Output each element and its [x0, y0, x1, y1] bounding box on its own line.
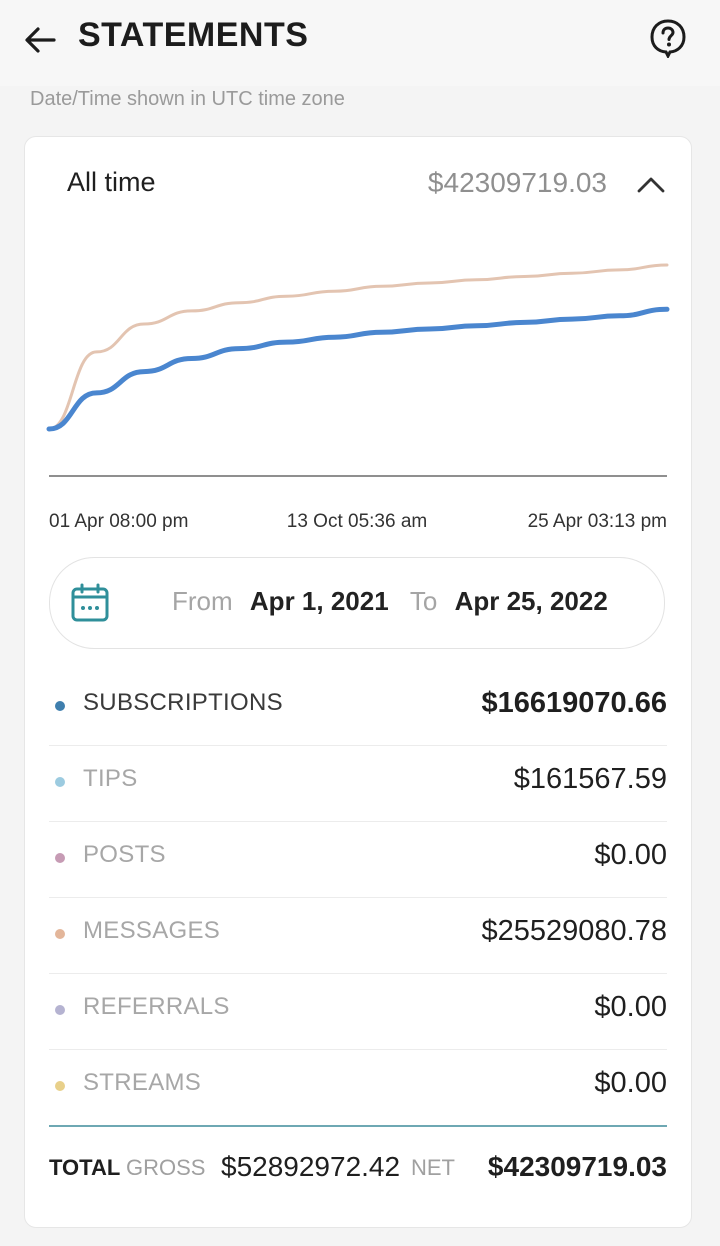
- back-button[interactable]: [18, 18, 62, 62]
- x-tick-label: 01 Apr 08:00 pm: [49, 511, 188, 532]
- category-amount: $0.00: [594, 839, 667, 871]
- referrals-dot: [55, 1005, 65, 1015]
- category-amount: $0.00: [594, 991, 667, 1023]
- total-label: TOTAL: [49, 1155, 121, 1180]
- category-row-referrals: REFERRALS $0.00: [49, 973, 667, 1050]
- category-label: SUBSCRIPTIONS: [83, 689, 283, 716]
- category-row-posts: POSTS $0.00: [49, 821, 667, 898]
- arrow-left-icon: [25, 27, 56, 53]
- category-amount: $161567.59: [513, 763, 667, 795]
- date-range-picker[interactable]: From Apr 1, 2021 To Apr 25, 2022: [49, 557, 665, 649]
- help-button[interactable]: [644, 14, 692, 62]
- net-value: $42309719.03: [487, 1151, 667, 1182]
- category-row-messages: MESSAGES $25529080.78: [49, 897, 667, 974]
- question-circle-icon: [650, 19, 686, 58]
- category-label: REFERRALS: [83, 993, 230, 1020]
- from-date: Apr 1, 2021: [249, 586, 389, 616]
- category-amount: $0.00: [594, 1067, 667, 1099]
- to-label: To: [409, 586, 438, 616]
- x-tick-label: 25 Apr 03:13 pm: [528, 511, 667, 532]
- to-date: Apr 25, 2022: [454, 586, 608, 616]
- from-label: From: [172, 586, 233, 616]
- series-line: [47, 263, 669, 431]
- gross-label: GROSS: [126, 1155, 206, 1180]
- top-app-bar: STATEMENTS: [0, 0, 720, 86]
- x-tick-label: 13 Oct 05:36 am: [287, 511, 427, 532]
- streams-dot: [55, 1081, 65, 1091]
- category-label: STREAMS: [83, 1069, 202, 1096]
- category-amount: $25529080.78: [481, 915, 667, 947]
- page-title: STATEMENTS: [78, 16, 309, 54]
- category-label: MESSAGES: [83, 917, 221, 944]
- totals-row: TOTAL GROSS $52892972.42 NET $42309719.0…: [49, 1125, 667, 1203]
- category-row-streams: STREAMS $0.00: [49, 1049, 667, 1125]
- category-amount: $16619070.66: [481, 687, 667, 719]
- messages-dot: [55, 929, 65, 939]
- category-row-subscriptions: SUBSCRIPTIONS $16619070.66: [49, 669, 667, 746]
- gross-value: $52892972.42: [221, 1151, 401, 1182]
- earnings-line-chart: 01 Apr 08:00 pm 13 Oct 05:36 am 25 Apr 0…: [46, 263, 670, 532]
- posts-dot: [55, 853, 65, 863]
- net-label: NET: [411, 1155, 455, 1180]
- statement-card: All time $42309719.03 01 Apr 08:00 pm 13…: [24, 136, 692, 1228]
- subscriptions-dot: [55, 701, 65, 711]
- tips-dot: [55, 777, 65, 787]
- calendar-icon: [71, 583, 109, 622]
- series-line: [46, 306, 670, 432]
- date-range-text: From Apr 1, 2021 To Apr 25, 2022: [172, 586, 608, 617]
- timezone-note: Date/Time shown in UTC time zone: [30, 88, 345, 110]
- category-label: POSTS: [83, 841, 166, 868]
- category-row-tips: TIPS $161567.59: [49, 745, 667, 822]
- category-label: TIPS: [83, 765, 138, 792]
